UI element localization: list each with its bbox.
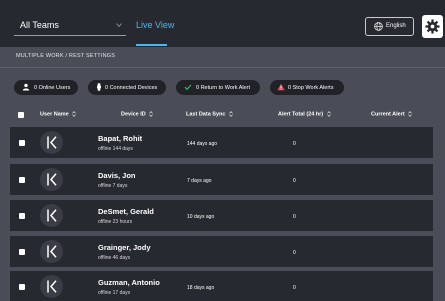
avatar xyxy=(40,131,63,154)
sort-icon xyxy=(326,111,331,117)
check-icon xyxy=(184,84,192,91)
connected-devices-label: 0 Connected Devices xyxy=(105,84,158,91)
sort-icon xyxy=(408,111,412,117)
chevron-down-icon xyxy=(116,23,122,28)
settings-button[interactable] xyxy=(422,15,443,38)
globe-icon xyxy=(374,22,383,31)
last-sync: 18 days ago xyxy=(187,285,215,291)
language-label: English xyxy=(386,23,406,29)
table-row[interactable]: DeSmet, Gerald offline 23 hours 10 days … xyxy=(10,200,433,231)
watch-icon xyxy=(97,83,101,91)
warning-icon xyxy=(277,83,285,91)
user-name: DeSmet, Gerald xyxy=(98,207,154,216)
online-users-pill[interactable]: 0 Online Users xyxy=(14,80,78,95)
column-device-id[interactable]: Device ID xyxy=(121,111,154,118)
table-row[interactable]: Guzman, Antonio offline 17 days 18 days … xyxy=(10,271,433,301)
return-to-work-label: 0 Return to Work Alert xyxy=(196,84,251,91)
gear-icon xyxy=(425,19,440,34)
online-users-label: 0 Online Users xyxy=(34,84,71,91)
column-alert-total[interactable]: Alert Total (24 hr) xyxy=(278,111,331,117)
user-status: offline 144 days xyxy=(98,146,133,152)
column-last-sync-label: Last Data Sync xyxy=(186,111,226,118)
device-logo-icon xyxy=(47,245,57,258)
sort-icon xyxy=(229,111,233,117)
row-checkbox[interactable] xyxy=(19,249,25,255)
select-all-checkbox[interactable] xyxy=(18,112,24,118)
row-checkbox[interactable] xyxy=(19,284,25,290)
column-alert-total-label: Alert Total (24 hr) xyxy=(278,111,324,118)
divider xyxy=(0,67,445,68)
device-logo-icon xyxy=(47,173,57,186)
row-checkbox[interactable] xyxy=(19,140,25,146)
alert-total: 0 xyxy=(293,178,296,184)
device-logo-icon xyxy=(47,136,57,149)
team-select-value: All Teams xyxy=(20,20,59,30)
sort-icon xyxy=(149,111,154,117)
tab-live-view-label: Live View xyxy=(136,20,175,30)
column-current-alert[interactable]: Current Alert xyxy=(371,111,412,117)
connected-devices-pill[interactable]: 0 Connected Devices xyxy=(88,80,166,95)
user-status: offline 7 days xyxy=(98,183,128,189)
return-to-work-pill[interactable]: 0 Return to Work Alert xyxy=(176,80,260,95)
user-name: Guzman, Antonio xyxy=(98,278,160,287)
table-row[interactable]: Grainger, Jody offline 46 days 0 xyxy=(10,236,433,267)
alert-total: 0 xyxy=(293,250,296,256)
user-status: offline 46 days xyxy=(98,255,131,261)
last-sync: 144 days ago xyxy=(187,141,218,147)
avatar xyxy=(40,275,63,298)
last-sync: 10 days ago xyxy=(187,214,215,220)
avatar xyxy=(40,168,63,191)
column-user-name-label: User Name xyxy=(40,111,69,118)
table-row[interactable]: Bapat, Rohit offline 144 days 144 days a… xyxy=(10,127,433,158)
user-name: Bapat, Rohit xyxy=(98,134,143,143)
alert-total: 0 xyxy=(293,285,296,291)
alert-total: 0 xyxy=(293,141,296,147)
table-header: User Name Device ID Last Data Sync Alert… xyxy=(10,108,433,122)
column-user-name[interactable]: User Name xyxy=(40,111,77,118)
user-name: Grainger, Jody xyxy=(98,243,151,252)
language-button[interactable]: English xyxy=(365,17,414,36)
column-current-alert-label: Current Alert xyxy=(371,111,405,118)
device-logo-icon xyxy=(47,280,57,293)
stop-work-pill[interactable]: 0 Stop Work Alerts xyxy=(270,80,344,95)
avatar xyxy=(40,204,63,227)
alert-total: 0 xyxy=(293,214,296,220)
user-status: offline 17 days xyxy=(98,290,131,296)
user-status: offline 23 hours xyxy=(98,219,133,225)
last-sync: 7 days ago xyxy=(187,178,212,184)
sort-icon xyxy=(72,111,77,117)
row-checkbox[interactable] xyxy=(19,213,25,219)
team-select[interactable]: All Teams xyxy=(14,14,126,36)
row-checkbox[interactable] xyxy=(19,177,25,183)
device-logo-icon xyxy=(47,209,57,222)
column-last-sync[interactable]: Last Data Sync xyxy=(186,111,233,117)
avatar xyxy=(40,240,63,263)
user-name: Davis, Jon xyxy=(98,171,136,180)
stop-work-label: 0 Stop Work Alerts xyxy=(288,84,334,91)
user-icon xyxy=(22,83,30,91)
tab-live-view[interactable]: Live View xyxy=(136,14,174,46)
section-title: MULTIPLE WORK / REST SETTINGS xyxy=(16,53,116,59)
table-row[interactable]: Davis, Jon offline 7 days 7 days ago 0 xyxy=(10,164,433,195)
column-device-id-label: Device ID xyxy=(121,111,146,118)
